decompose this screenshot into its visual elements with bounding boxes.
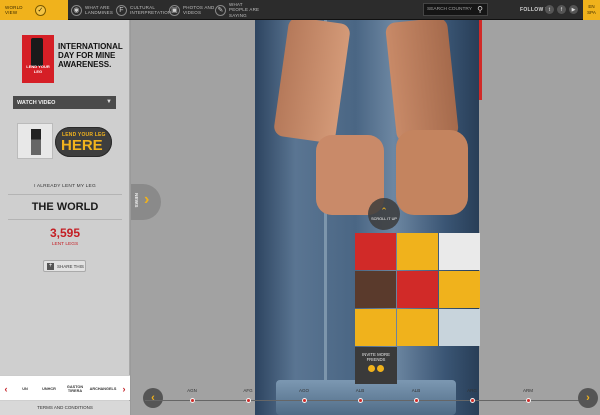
- nav-world-view[interactable]: World view ✓: [0, 0, 68, 20]
- lend-your-leg-button[interactable]: LEND YOUR LEG HERE: [55, 127, 112, 157]
- share-label: SHARE THIS: [57, 263, 84, 269]
- unhcr-logo: UNHCR: [42, 386, 56, 391]
- mosaic-tile[interactable]: [439, 309, 480, 346]
- country-code: ARM: [523, 388, 533, 393]
- country-timeline: AGN AFG AGO ALB ALB ARG ARM: [145, 388, 585, 410]
- invite-label: INVITE MORE FRIENDS: [362, 352, 390, 362]
- country-marker[interactable]: AGO: [289, 388, 319, 403]
- mine-icon: ◉: [71, 4, 82, 16]
- chevron-up-icon: ⌃: [380, 206, 388, 216]
- twitter-icon[interactable]: t: [545, 5, 554, 14]
- photo-mosaic: [355, 233, 480, 347]
- country-dot: [357, 398, 363, 403]
- watch-video-button[interactable]: WATCH VIDEO ▼: [13, 96, 116, 109]
- nav-photos[interactable]: ▣ Photos and videos: [169, 0, 217, 20]
- country-dot: [413, 398, 419, 403]
- nav-label: What are landmines: [85, 4, 114, 15]
- news-label: NEWS: [133, 193, 138, 208]
- partners-carousel: ‹ UN UNHCR GASTON TIRERA ARCHANGELS ›: [0, 375, 130, 400]
- country-dot: [525, 398, 531, 403]
- search-icon[interactable]: ⚲: [474, 4, 486, 15]
- divider: [8, 194, 122, 195]
- lend-big-label: HERE: [61, 137, 103, 154]
- region-title: THE WORLD: [31, 201, 99, 213]
- un-logo: UN: [22, 386, 28, 391]
- mosaic-tile[interactable]: [397, 309, 438, 346]
- chevron-right-icon: ›: [144, 191, 150, 208]
- lent-legs-label: LENT LEGS: [51, 242, 79, 247]
- invite-friends-button[interactable]: INVITE MORE FRIENDS: [355, 347, 397, 384]
- mosaic-tile[interactable]: [439, 233, 480, 270]
- country-code: AFG: [243, 388, 253, 393]
- chevron-down-icon: ▼: [106, 99, 112, 105]
- country-marker[interactable]: ALB: [401, 388, 431, 403]
- youtube-icon[interactable]: ▶: [569, 5, 578, 14]
- terms-link[interactable]: TERMS AND CONDITIONS: [0, 401, 130, 415]
- country-code: ARG: [467, 388, 477, 393]
- timeline-next-button[interactable]: ›: [578, 388, 598, 408]
- nav-people[interactable]: ✎ What people are saying: [215, 0, 263, 20]
- facebook-icon: f: [116, 4, 127, 16]
- nav-cultural[interactable]: f Cultural interpretation: [116, 0, 172, 20]
- country-code: ALB: [355, 388, 365, 393]
- already-lent-link[interactable]: I ALREADY LENT MY LEG: [0, 184, 130, 189]
- lend-your-leg-logo: LEND YOUR LEG: [22, 35, 54, 83]
- mosaic-tile[interactable]: [439, 271, 480, 308]
- watch-video-label: WATCH VIDEO: [17, 99, 56, 106]
- chevron-left-icon[interactable]: ‹: [1, 379, 11, 398]
- lang-spa[interactable]: SPA: [587, 10, 596, 16]
- nav-label: Photos and videos: [183, 4, 215, 15]
- country-code: AGO: [298, 388, 309, 393]
- twitter-icon: [368, 365, 375, 372]
- top-navigation: World view ✓ ◉ What are landmines f Cult…: [0, 0, 600, 20]
- hero-photo: ⌃ SCROLL IT UP INVITE MORE FRIENDS: [131, 20, 600, 415]
- facebook-social-icon[interactable]: f: [557, 5, 566, 14]
- country-marker[interactable]: ALB: [345, 388, 375, 403]
- country-marker[interactable]: AGN: [177, 388, 207, 403]
- legs-image: [31, 129, 41, 155]
- chevron-right-icon[interactable]: ›: [119, 379, 129, 398]
- country-dot: [189, 398, 195, 403]
- plus-icon: +: [47, 262, 54, 270]
- lend-leg-thumbnail[interactable]: [17, 123, 53, 159]
- right-hand-image: [396, 130, 468, 215]
- right-arm-image: [384, 20, 460, 143]
- country-code: ALB: [411, 388, 421, 393]
- mosaic-tile[interactable]: [397, 271, 438, 308]
- speech-bubble-icon: ✎: [215, 4, 226, 16]
- archangels-logo: ARCHANGELS: [89, 386, 117, 391]
- running-man-icon: ✓: [35, 4, 46, 16]
- gaston-logo: GASTON TIRERA: [66, 384, 84, 393]
- left-sidebar: LEND YOUR LEG INTERNATIONAL DAY FOR MINE…: [0, 20, 130, 415]
- campaign-headline: INTERNATIONAL DAY FOR MINE AWARENESS.: [58, 42, 123, 69]
- lent-legs-count: 3,595: [49, 226, 81, 240]
- facebook-icon: [377, 365, 384, 372]
- leg-silhouette-icon: [31, 38, 43, 66]
- chevron-right-icon: ›: [586, 392, 590, 404]
- country-marker[interactable]: ARM: [513, 388, 543, 403]
- scroll-up-button[interactable]: ⌃ SCROLL IT UP: [368, 198, 400, 230]
- country-dot: [301, 398, 307, 403]
- nav-landmines[interactable]: ◉ What are landmines: [71, 0, 119, 20]
- language-switch[interactable]: EN SPA: [583, 0, 600, 20]
- country-marker[interactable]: AFG: [233, 388, 263, 403]
- divider: [8, 219, 122, 220]
- mosaic-tile[interactable]: [397, 233, 438, 270]
- nav-label: Cultural interpretation: [130, 4, 172, 15]
- scroll-up-label: SCROLL IT UP: [371, 217, 397, 221]
- mosaic-tile[interactable]: [355, 233, 396, 270]
- country-dot: [469, 398, 475, 403]
- country-dot: [245, 398, 251, 403]
- nav-label: World view: [5, 4, 23, 15]
- search-box: ⚲: [423, 3, 488, 16]
- country-code: AGN: [187, 388, 197, 393]
- nav-label: What people are saying: [229, 2, 260, 18]
- mosaic-tile[interactable]: [355, 271, 396, 308]
- camera-icon: ▣: [169, 4, 180, 16]
- country-marker[interactable]: ARG: [457, 388, 487, 403]
- logo-text: LEND YOUR LEG: [26, 64, 50, 74]
- search-input[interactable]: [424, 4, 474, 15]
- mosaic-tile[interactable]: [355, 309, 396, 346]
- share-button[interactable]: + SHARE THIS: [43, 260, 86, 272]
